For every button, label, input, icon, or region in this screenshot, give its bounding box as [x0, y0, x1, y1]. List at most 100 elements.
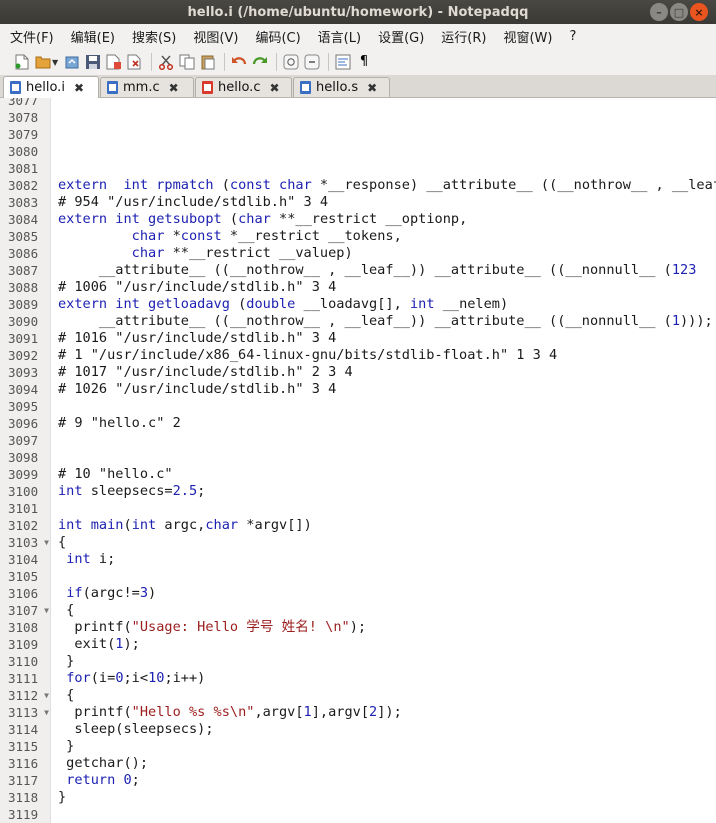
line-number: 3087	[8, 263, 39, 278]
close-icon[interactable]: ✖	[169, 81, 179, 95]
close-file-icon[interactable]	[127, 54, 143, 70]
code-token: {	[58, 687, 75, 703]
tab-hello-s[interactable]: hello.s ✖	[293, 77, 390, 97]
fold-toggle-icon[interactable]: ▼	[42, 534, 51, 551]
fold-toggle-icon[interactable]: ▼	[42, 687, 51, 704]
code-text: __attribute__ ((__nothrow__ , __leaf__))…	[58, 313, 713, 330]
code-token: double	[246, 296, 296, 312]
new-file-icon[interactable]	[14, 54, 30, 70]
line-number: 3118	[8, 790, 39, 805]
code-token: int	[58, 517, 83, 533]
code-token: ],argv[	[311, 704, 370, 720]
code-token: # 1016 "/usr/include/stdlib.h" 3 4	[58, 330, 337, 346]
line-number: 3079	[8, 127, 39, 142]
code-token: printf(	[58, 704, 132, 720]
close-icon[interactable]: ✖	[74, 81, 84, 95]
maximize-icon[interactable]: □	[670, 3, 688, 21]
tab-hello-i[interactable]: hello.i ✖	[3, 76, 99, 98]
code-text: char **__restrict __valuep)	[58, 245, 353, 262]
code-text: return 0;	[58, 772, 140, 789]
save-icon[interactable]	[85, 54, 101, 70]
close-icon[interactable]: ✖	[269, 81, 279, 95]
menu-item[interactable]: 运行(R)	[431, 27, 493, 46]
code-token: );	[349, 619, 367, 635]
copy-icon[interactable]	[179, 54, 195, 70]
chevron-down-icon[interactable]: ▼	[52, 58, 60, 67]
close-window-icon[interactable]: ×	[690, 3, 708, 21]
code-token: # 1 "/usr/include/x86_64-linux-gnu/bits/…	[58, 347, 558, 363]
line-number: 3105	[8, 569, 39, 584]
code-token: if	[66, 585, 83, 601]
zoom-out-icon[interactable]	[304, 54, 320, 70]
code-text: if(argc!=3)	[58, 585, 156, 602]
code-token: **__restrict __optionp,	[270, 211, 468, 227]
menu-item[interactable]: 文件(F)	[0, 27, 61, 46]
menu-item[interactable]: 视窗(W)	[493, 27, 559, 46]
reload-icon[interactable]	[64, 54, 80, 70]
line-number: 3107	[8, 603, 39, 618]
code-text: extern int getsubopt (char **__restrict …	[58, 211, 467, 228]
toolbar: ▼ ¶	[0, 49, 716, 75]
code-token: }	[58, 653, 75, 669]
code-token: extern	[58, 211, 108, 227]
code-token: ,argv[	[254, 704, 304, 720]
line-number: 3114	[8, 722, 39, 737]
code-token: (	[213, 177, 230, 193]
word-wrap-icon[interactable]	[335, 54, 351, 70]
menu-item[interactable]: 搜索(S)	[122, 27, 183, 46]
code-token: sleep(sleepsecs);	[58, 721, 214, 737]
line-number: 3095	[8, 399, 39, 414]
cut-icon[interactable]	[158, 54, 174, 70]
redo-icon[interactable]	[252, 54, 268, 70]
menu-item[interactable]: 视图(V)	[183, 27, 245, 46]
code-text: int main(int argc,char *argv[])	[58, 517, 312, 534]
code-text: }	[58, 789, 66, 806]
zoom-in-icon[interactable]	[283, 54, 299, 70]
paste-icon[interactable]	[200, 54, 216, 70]
line-number: 3110	[8, 654, 39, 669]
code-token: 3	[139, 585, 149, 601]
menu-item[interactable]: 编码(C)	[245, 27, 307, 46]
code-token: argc,	[156, 517, 206, 533]
toolbar-separator	[224, 53, 225, 71]
menu-item[interactable]: 语言(L)	[308, 27, 368, 46]
code-editor[interactable]: 3077 3078 3079 3080 3081 3082 extern int rpmat…	[0, 98, 716, 823]
line-number: 3117	[8, 773, 39, 788]
tab-hello-c[interactable]: hello.c ✖	[195, 77, 292, 97]
menu-item[interactable]: ?	[559, 29, 583, 44]
fold-toggle-icon[interactable]: ▼	[42, 602, 51, 619]
menu-item[interactable]: 编辑(E)	[61, 27, 122, 46]
code-token: 2	[369, 704, 378, 720]
line-number: 3080	[8, 144, 39, 159]
close-icon[interactable]: ✖	[367, 81, 377, 95]
line-number: 3093	[8, 365, 39, 380]
code-token: }	[58, 789, 67, 805]
code-token: 3	[688, 262, 697, 278]
undo-icon[interactable]	[231, 54, 247, 70]
code-token: sleepsecs=	[82, 483, 173, 499]
code-text: # 1006 "/usr/include/stdlib.h" 3 4	[58, 279, 336, 296]
tab-mm-c[interactable]: mm.c ✖	[100, 77, 194, 97]
open-folder-icon[interactable]	[35, 54, 51, 70]
code-text: # 954 "/usr/include/stdlib.h" 3 4	[58, 194, 328, 211]
code-token: extern	[58, 177, 108, 193]
file-icon	[10, 81, 21, 94]
minimize-icon[interactable]: –	[650, 3, 668, 21]
code-text: for(i=0;i<10;i++)	[58, 670, 205, 687]
code-token: {	[58, 602, 75, 618]
code-token: *argv[])	[238, 517, 312, 533]
line-number: 3098	[8, 450, 39, 465]
save-all-icon[interactable]	[106, 54, 122, 70]
code-token: int	[123, 177, 149, 193]
line-number: 3082	[8, 178, 39, 193]
tab-label: hello.s	[316, 80, 359, 95]
menu-item[interactable]: 设置(G)	[368, 27, 431, 46]
show-all-chars-icon[interactable]: ¶	[356, 54, 372, 70]
code-text: extern int getloadavg (double __loadavg[…	[58, 296, 508, 313]
fold-toggle-icon[interactable]: ▼	[42, 704, 51, 721]
code-text: {	[58, 602, 74, 619]
